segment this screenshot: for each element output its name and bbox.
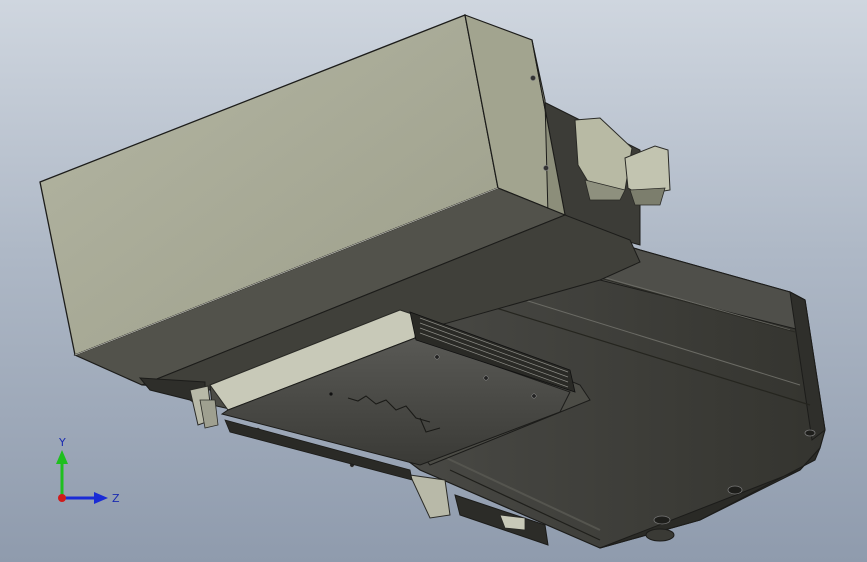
- axis-triad: Y Z: [56, 436, 120, 505]
- z-axis-arrow: [62, 492, 108, 504]
- cad-model-viewport[interactable]: [0, 0, 867, 562]
- x-axis-origin: [58, 494, 66, 502]
- y-axis-arrow: [56, 450, 68, 498]
- y-axis-label: Y: [58, 436, 66, 449]
- z-axis-label: Z: [112, 492, 120, 505]
